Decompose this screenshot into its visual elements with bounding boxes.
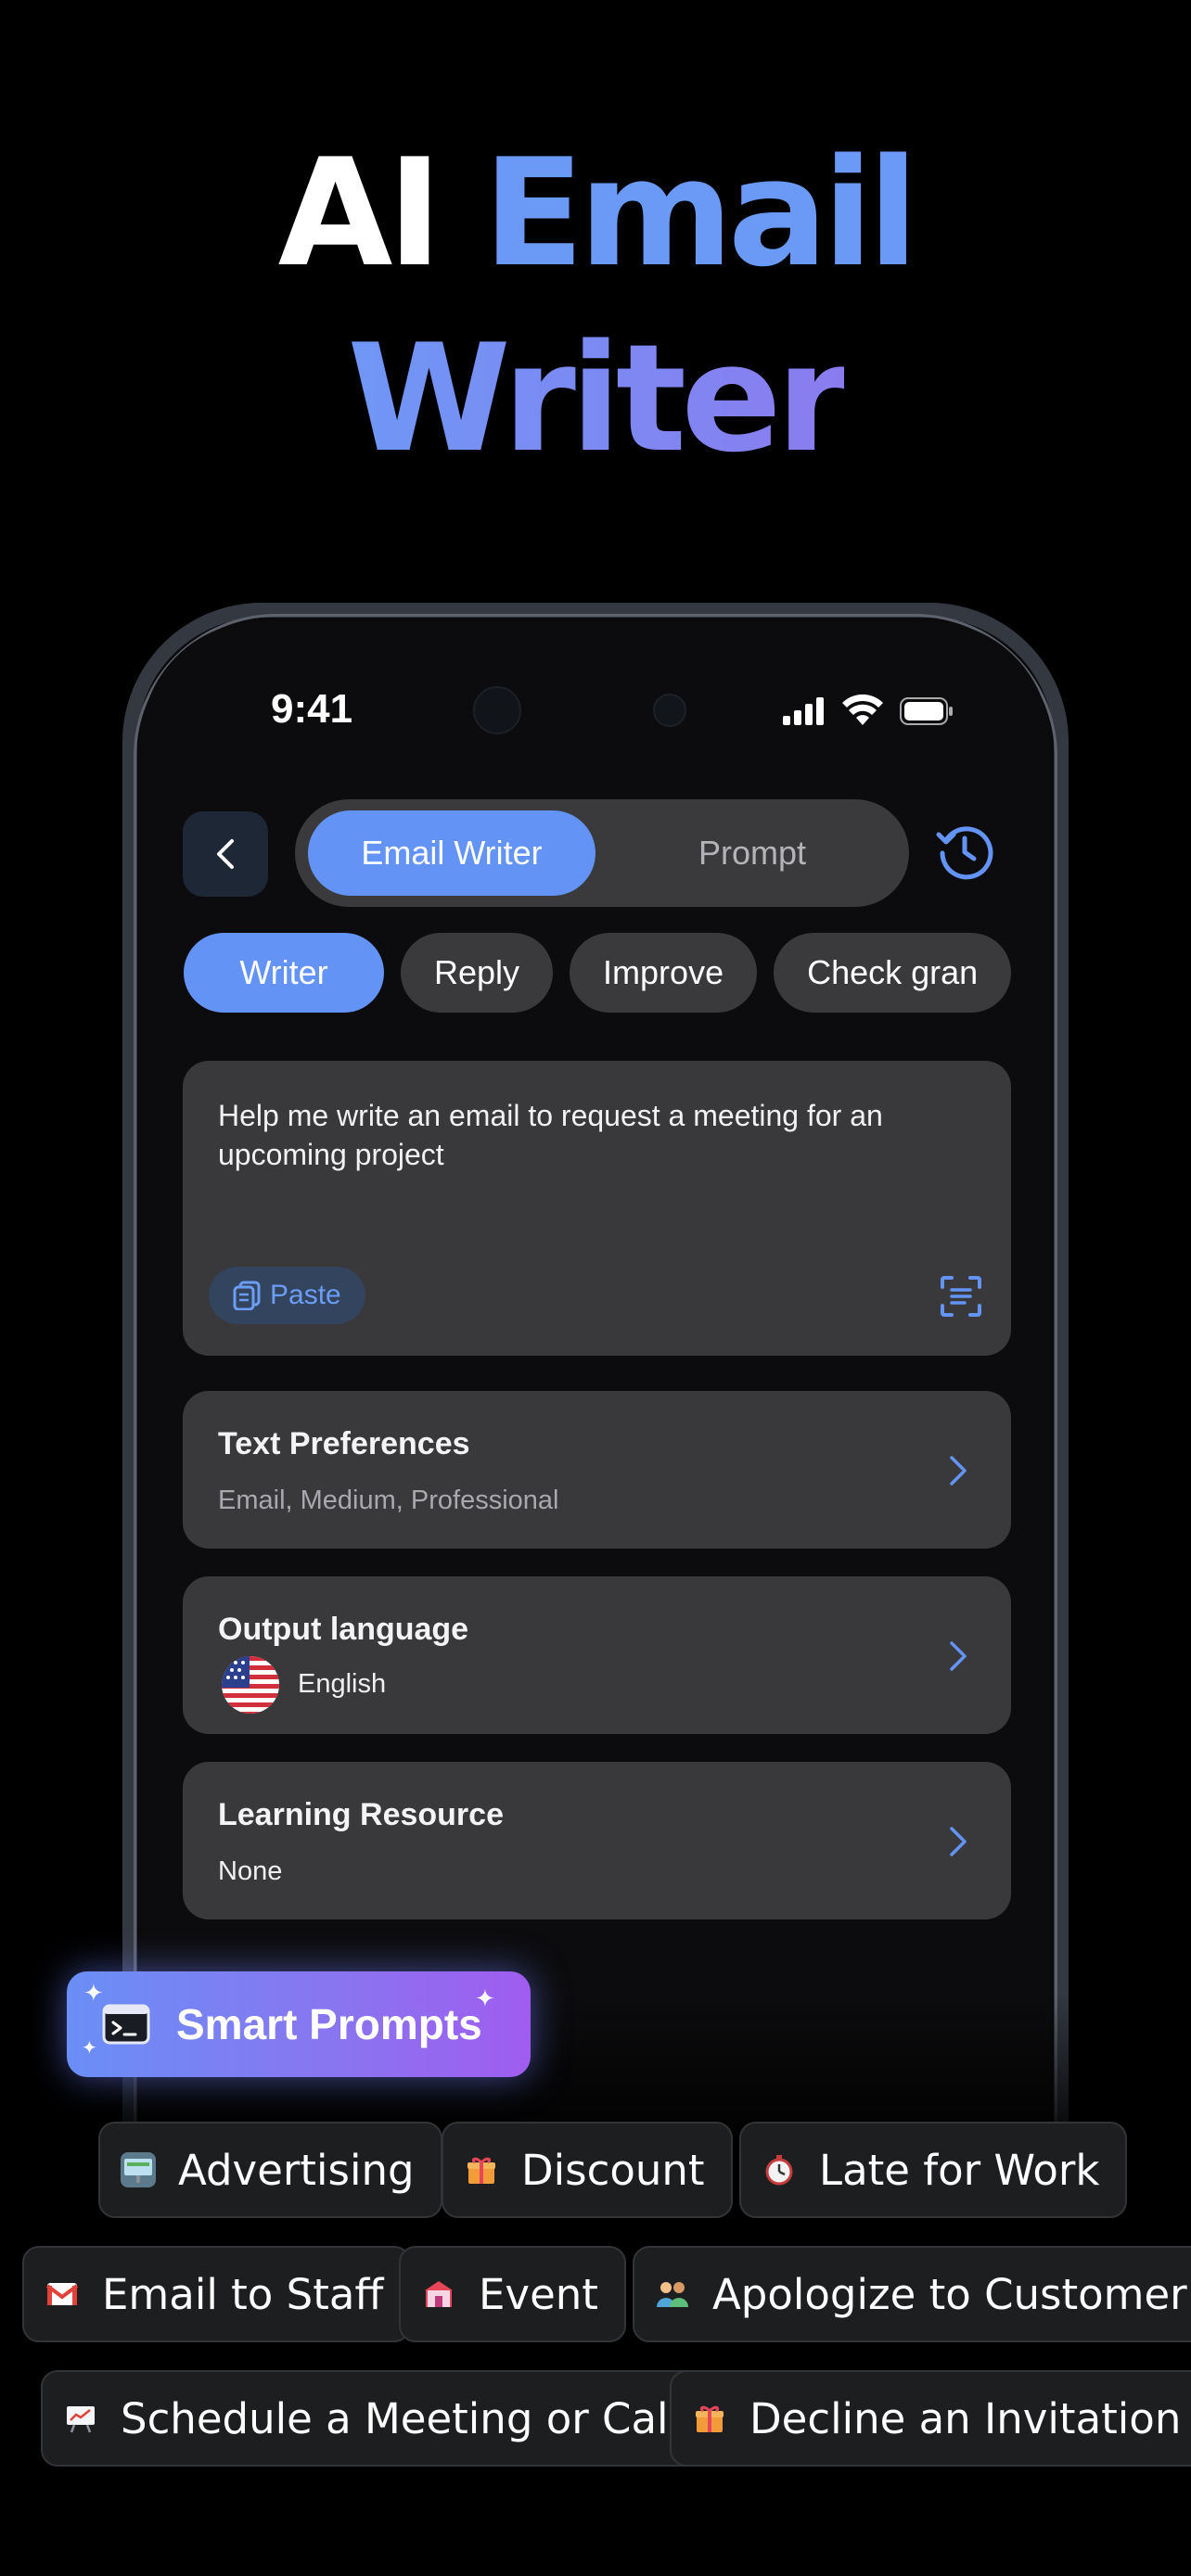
carnival-icon — [421, 2276, 456, 2312]
smart-prompts-label: Smart Prompts — [176, 2000, 482, 2048]
chip-writer[interactable]: Writer — [184, 933, 384, 1013]
tag-label: Schedule a Meeting or Call — [121, 2393, 681, 2443]
tag-label: Discount — [521, 2145, 705, 2195]
text-preferences-value: Email, Medium, Professional — [218, 1486, 559, 1515]
people-icon — [655, 2276, 690, 2312]
smart-prompts-button[interactable]: Smart Prompts ✦ ✦ ✦ — [67, 1971, 531, 2077]
chip-improve[interactable]: Improve — [570, 933, 758, 1013]
us-flag-icon — [222, 1656, 279, 1714]
status-time: 9:41 — [271, 686, 353, 732]
chevron-left-icon — [217, 839, 234, 869]
paste-button[interactable]: Paste — [209, 1267, 365, 1324]
tag-event[interactable]: Event — [399, 2246, 626, 2342]
headline-writer: Writer — [347, 312, 849, 485]
output-language-row[interactable]: Output language English — [183, 1576, 1011, 1734]
gmail-icon — [45, 2276, 80, 2312]
segment-prompt[interactable]: Prompt — [610, 810, 894, 896]
front-camera — [473, 686, 521, 734]
sensor — [653, 694, 686, 727]
learning-resource-value: None — [218, 1856, 283, 1886]
billboard-icon — [121, 2152, 156, 2187]
chip-reply[interactable]: Reply — [401, 933, 554, 1013]
prompt-input-card[interactable]: Help me write an email to request a meet… — [183, 1061, 1011, 1356]
paste-label: Paste — [270, 1280, 341, 1310]
chip-check-grammar[interactable]: Check gran — [774, 933, 1012, 1013]
writing-mode-chips: Writer Reply Improve Check gran — [184, 933, 1050, 1013]
phone-screen: 9:41 Email Writer Prompt Writer Reply Im… — [141, 621, 1050, 2179]
tag-label: Apologize to Customer — [712, 2269, 1187, 2319]
copy-icon — [233, 1281, 261, 1310]
tag-late-for-work[interactable]: Late for Work — [739, 2122, 1128, 2218]
tag-email-to-staff[interactable]: Email to Staff — [22, 2246, 412, 2342]
tag-label: Decline an Invitation — [749, 2393, 1182, 2443]
tag-label: Event — [479, 2269, 598, 2319]
tag-schedule-meeting-or-call[interactable]: Schedule a Meeting or Call — [41, 2370, 709, 2467]
prompt-text[interactable]: Help me write an email to request a meet… — [218, 1096, 976, 1174]
tag-label: Advertising — [178, 2145, 415, 2195]
learning-resource-title: Learning Resource — [218, 1797, 504, 1832]
tag-apologize-to-customer[interactable]: Apologize to Customer — [633, 2246, 1191, 2342]
text-preferences-title: Text Preferences — [218, 1426, 470, 1461]
cellular-signal-icon — [783, 697, 824, 725]
tag-discount[interactable]: Discount — [442, 2122, 733, 2218]
terminal-icon — [102, 2004, 150, 2045]
segment-email-writer[interactable]: Email Writer — [308, 810, 596, 896]
gift-icon — [692, 2401, 727, 2436]
output-language-value: English — [298, 1669, 387, 1699]
battery-icon — [900, 697, 953, 725]
sparkle-icon: ✦ — [475, 1984, 495, 2012]
tag-decline-an-invitation[interactable]: Decline an Invitation — [670, 2370, 1191, 2467]
headline-email: Email — [482, 126, 919, 300]
tag-label: Email to Staff — [102, 2269, 384, 2319]
learning-resource-row[interactable]: Learning Resource None — [183, 1762, 1011, 1919]
text-preferences-row[interactable]: Text Preferences Email, Medium, Professi… — [183, 1391, 1011, 1549]
chevron-right-icon — [950, 1641, 967, 1671]
scan-text-icon[interactable] — [939, 1274, 983, 1319]
output-language-title: Output language — [218, 1612, 469, 1647]
chevron-right-icon — [950, 1456, 967, 1486]
history-clock-icon[interactable] — [935, 822, 994, 881]
tag-advertising[interactable]: Advertising — [98, 2122, 442, 2218]
chevron-right-icon — [950, 1827, 967, 1856]
headline: AI Email Writer — [0, 121, 1191, 491]
sparkle-icon: ✦ — [83, 1979, 104, 2007]
sparkle-icon: ✦ — [82, 2038, 97, 2059]
headline-ai: AI — [277, 126, 442, 300]
gift-icon — [464, 2152, 499, 2187]
back-button[interactable] — [183, 811, 268, 897]
tag-label: Late for Work — [819, 2145, 1100, 2195]
chart-board-icon — [63, 2401, 98, 2436]
stopwatch-icon — [762, 2152, 797, 2187]
wifi-icon — [842, 694, 883, 725]
mode-segmented-control: Email Writer Prompt — [295, 799, 909, 907]
